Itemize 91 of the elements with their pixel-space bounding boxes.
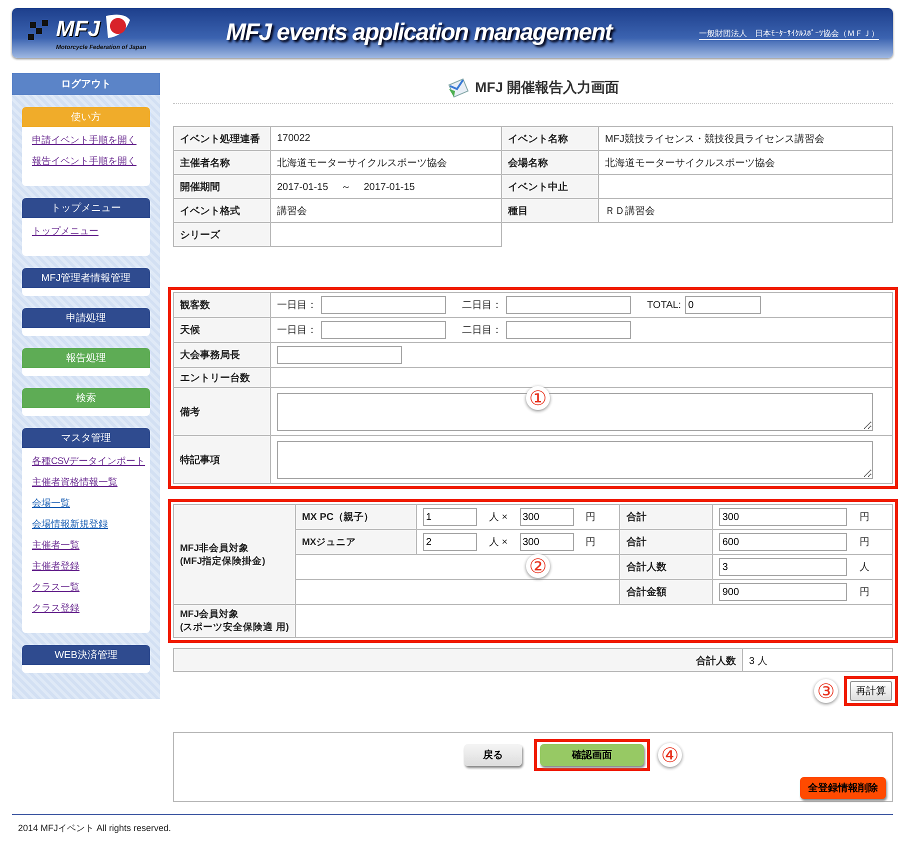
menu-link[interactable]: トップメニュー xyxy=(32,225,140,238)
field-label: MFJ会員対象 (スポーツ安全保険適 用) xyxy=(174,604,296,638)
menu-heading: MFJ管理者情報管理 xyxy=(22,268,150,288)
field-value: 北海道モーターサイクルスポーツ協会 xyxy=(605,158,775,168)
field-label: 種目 xyxy=(502,198,598,222)
field-label: 一日目： xyxy=(277,299,317,312)
menu-heading: 使い方 xyxy=(22,107,150,127)
field-label: 大会事務局長 xyxy=(174,342,270,368)
input-field[interactable]: 300 xyxy=(719,508,848,526)
field-value: 170022 xyxy=(277,133,310,144)
field-label: 天候 xyxy=(174,318,270,342)
menu-heading: トップメニュー xyxy=(22,198,150,218)
menu-link[interactable]: 主催者登録 xyxy=(32,560,140,573)
field-label: エントリー台数 xyxy=(174,368,270,388)
unit-label: 人 × xyxy=(488,511,508,524)
unit-label: 円 xyxy=(859,511,870,524)
field-value: ＲＤ講習会 xyxy=(605,206,655,216)
menu-heading: WEB決済管理 xyxy=(22,645,150,665)
field-label: 備考 xyxy=(174,388,270,436)
field-value: 2017-01-15 ～ 2017-01-15 xyxy=(277,182,415,192)
menu-heading: 申請処理 xyxy=(22,308,150,328)
field-label: 合計金額 xyxy=(620,580,713,604)
input-field[interactable] xyxy=(506,321,631,339)
menu-link[interactable]: 主催者資格情報一覧 xyxy=(32,476,140,489)
field-label: イベント処理連番 xyxy=(174,126,270,150)
field-label: 二日目： xyxy=(462,324,502,337)
field-label: 主催者名称 xyxy=(174,150,270,174)
confirm-button[interactable]: 確認画面 xyxy=(540,744,644,766)
site-title: MFJ events application management xyxy=(226,18,612,48)
field-label: シリーズ xyxy=(174,222,270,246)
organization-name: 一般財団法人 日本ﾓｰﾀｰｻｲｸﾙｽﾎﾟｰﾂ協会（ＭＦＪ） xyxy=(699,28,879,40)
number-marker: ③ xyxy=(814,679,838,703)
delete-all-button[interactable]: 全登録情報削除 xyxy=(800,777,886,799)
input-field[interactable]: 0 xyxy=(685,296,762,314)
input-field[interactable]: 3 xyxy=(719,558,848,576)
field-label: 開催期間 xyxy=(174,174,270,198)
input-field[interactable] xyxy=(277,346,402,364)
class-label: MXジュニア xyxy=(295,530,416,554)
field-label: イベント格式 xyxy=(174,198,270,222)
envelope-icon xyxy=(447,77,470,99)
logo-text: MFJ xyxy=(56,16,100,42)
number-marker: ④ xyxy=(658,743,682,767)
menu-link[interactable]: クラス一覧 xyxy=(32,581,140,594)
menu-heading: 報告処理 xyxy=(22,348,150,368)
input-field[interactable]: 300 xyxy=(520,533,574,551)
field-value: 3 人 xyxy=(743,649,892,671)
back-button[interactable]: 戻る xyxy=(464,744,522,766)
input-field[interactable]: 300 xyxy=(520,508,574,526)
class-label: MX PC（親子） xyxy=(295,504,416,530)
logout-link[interactable]: ログアウト xyxy=(12,73,160,95)
unit-label: 円 xyxy=(586,536,596,549)
menu-link[interactable]: 報告イベント手順を開く xyxy=(32,155,140,168)
menu-link[interactable]: 申請イベント手順を開く xyxy=(32,134,140,147)
recalculate-button[interactable]: 再計算 xyxy=(850,681,892,701)
input-field[interactable]: 600 xyxy=(719,533,848,551)
number-marker: ② xyxy=(526,554,550,578)
input-field[interactable]: 1 xyxy=(422,508,477,526)
field-label: MFJ非会員対象 (MFJ指定保険掛金) xyxy=(174,504,296,604)
field-label: 合計 xyxy=(620,504,713,530)
field-label: 合計人数 xyxy=(620,554,713,580)
unit-label: 人 × xyxy=(488,536,508,549)
menu-heading: マスタ管理 xyxy=(22,428,150,448)
unit-label: 円 xyxy=(859,536,870,549)
field-label: イベント名称 xyxy=(502,126,598,150)
menu-link[interactable]: クラス登録 xyxy=(32,602,140,615)
field-label: 特記事項 xyxy=(174,436,270,484)
input-field[interactable] xyxy=(506,296,631,314)
input-field[interactable]: 900 xyxy=(719,583,848,601)
field-value: 講習会 xyxy=(277,206,307,216)
field-label: 観客数 xyxy=(174,292,270,318)
unit-label: 円 xyxy=(586,511,596,524)
input-field[interactable]: 2 xyxy=(422,533,477,551)
page-title: MFJ 開催報告入力画面 xyxy=(475,79,619,97)
menu-link[interactable]: 主催者一覧 xyxy=(32,539,140,552)
field-label: TOTAL: xyxy=(647,300,682,310)
menu-link[interactable]: 会場情報新規登録 xyxy=(32,518,140,531)
field-label: 一日目： xyxy=(277,324,317,337)
input-field[interactable] xyxy=(321,296,446,314)
field-value: 北海道モーターサイクルスポーツ協会 xyxy=(277,158,447,168)
text-area[interactable] xyxy=(277,440,873,478)
copyright-text: 2014 MFJイベント All rights reserved. xyxy=(18,822,172,835)
unit-label: 円 xyxy=(859,586,870,599)
field-label: 二日目： xyxy=(462,299,502,312)
menu-heading: 検索 xyxy=(22,388,150,408)
field-value: MFJ競技ライセンス・競技役員ライセンス講習会 xyxy=(605,134,824,144)
field-label: イベント中止 xyxy=(502,174,598,198)
menu-link[interactable]: 会場一覧 xyxy=(32,497,140,510)
field-label: 合計 xyxy=(620,530,713,554)
input-field[interactable] xyxy=(321,321,446,339)
unit-label: 人 xyxy=(859,561,870,574)
field-label: 会場名称 xyxy=(502,150,598,174)
